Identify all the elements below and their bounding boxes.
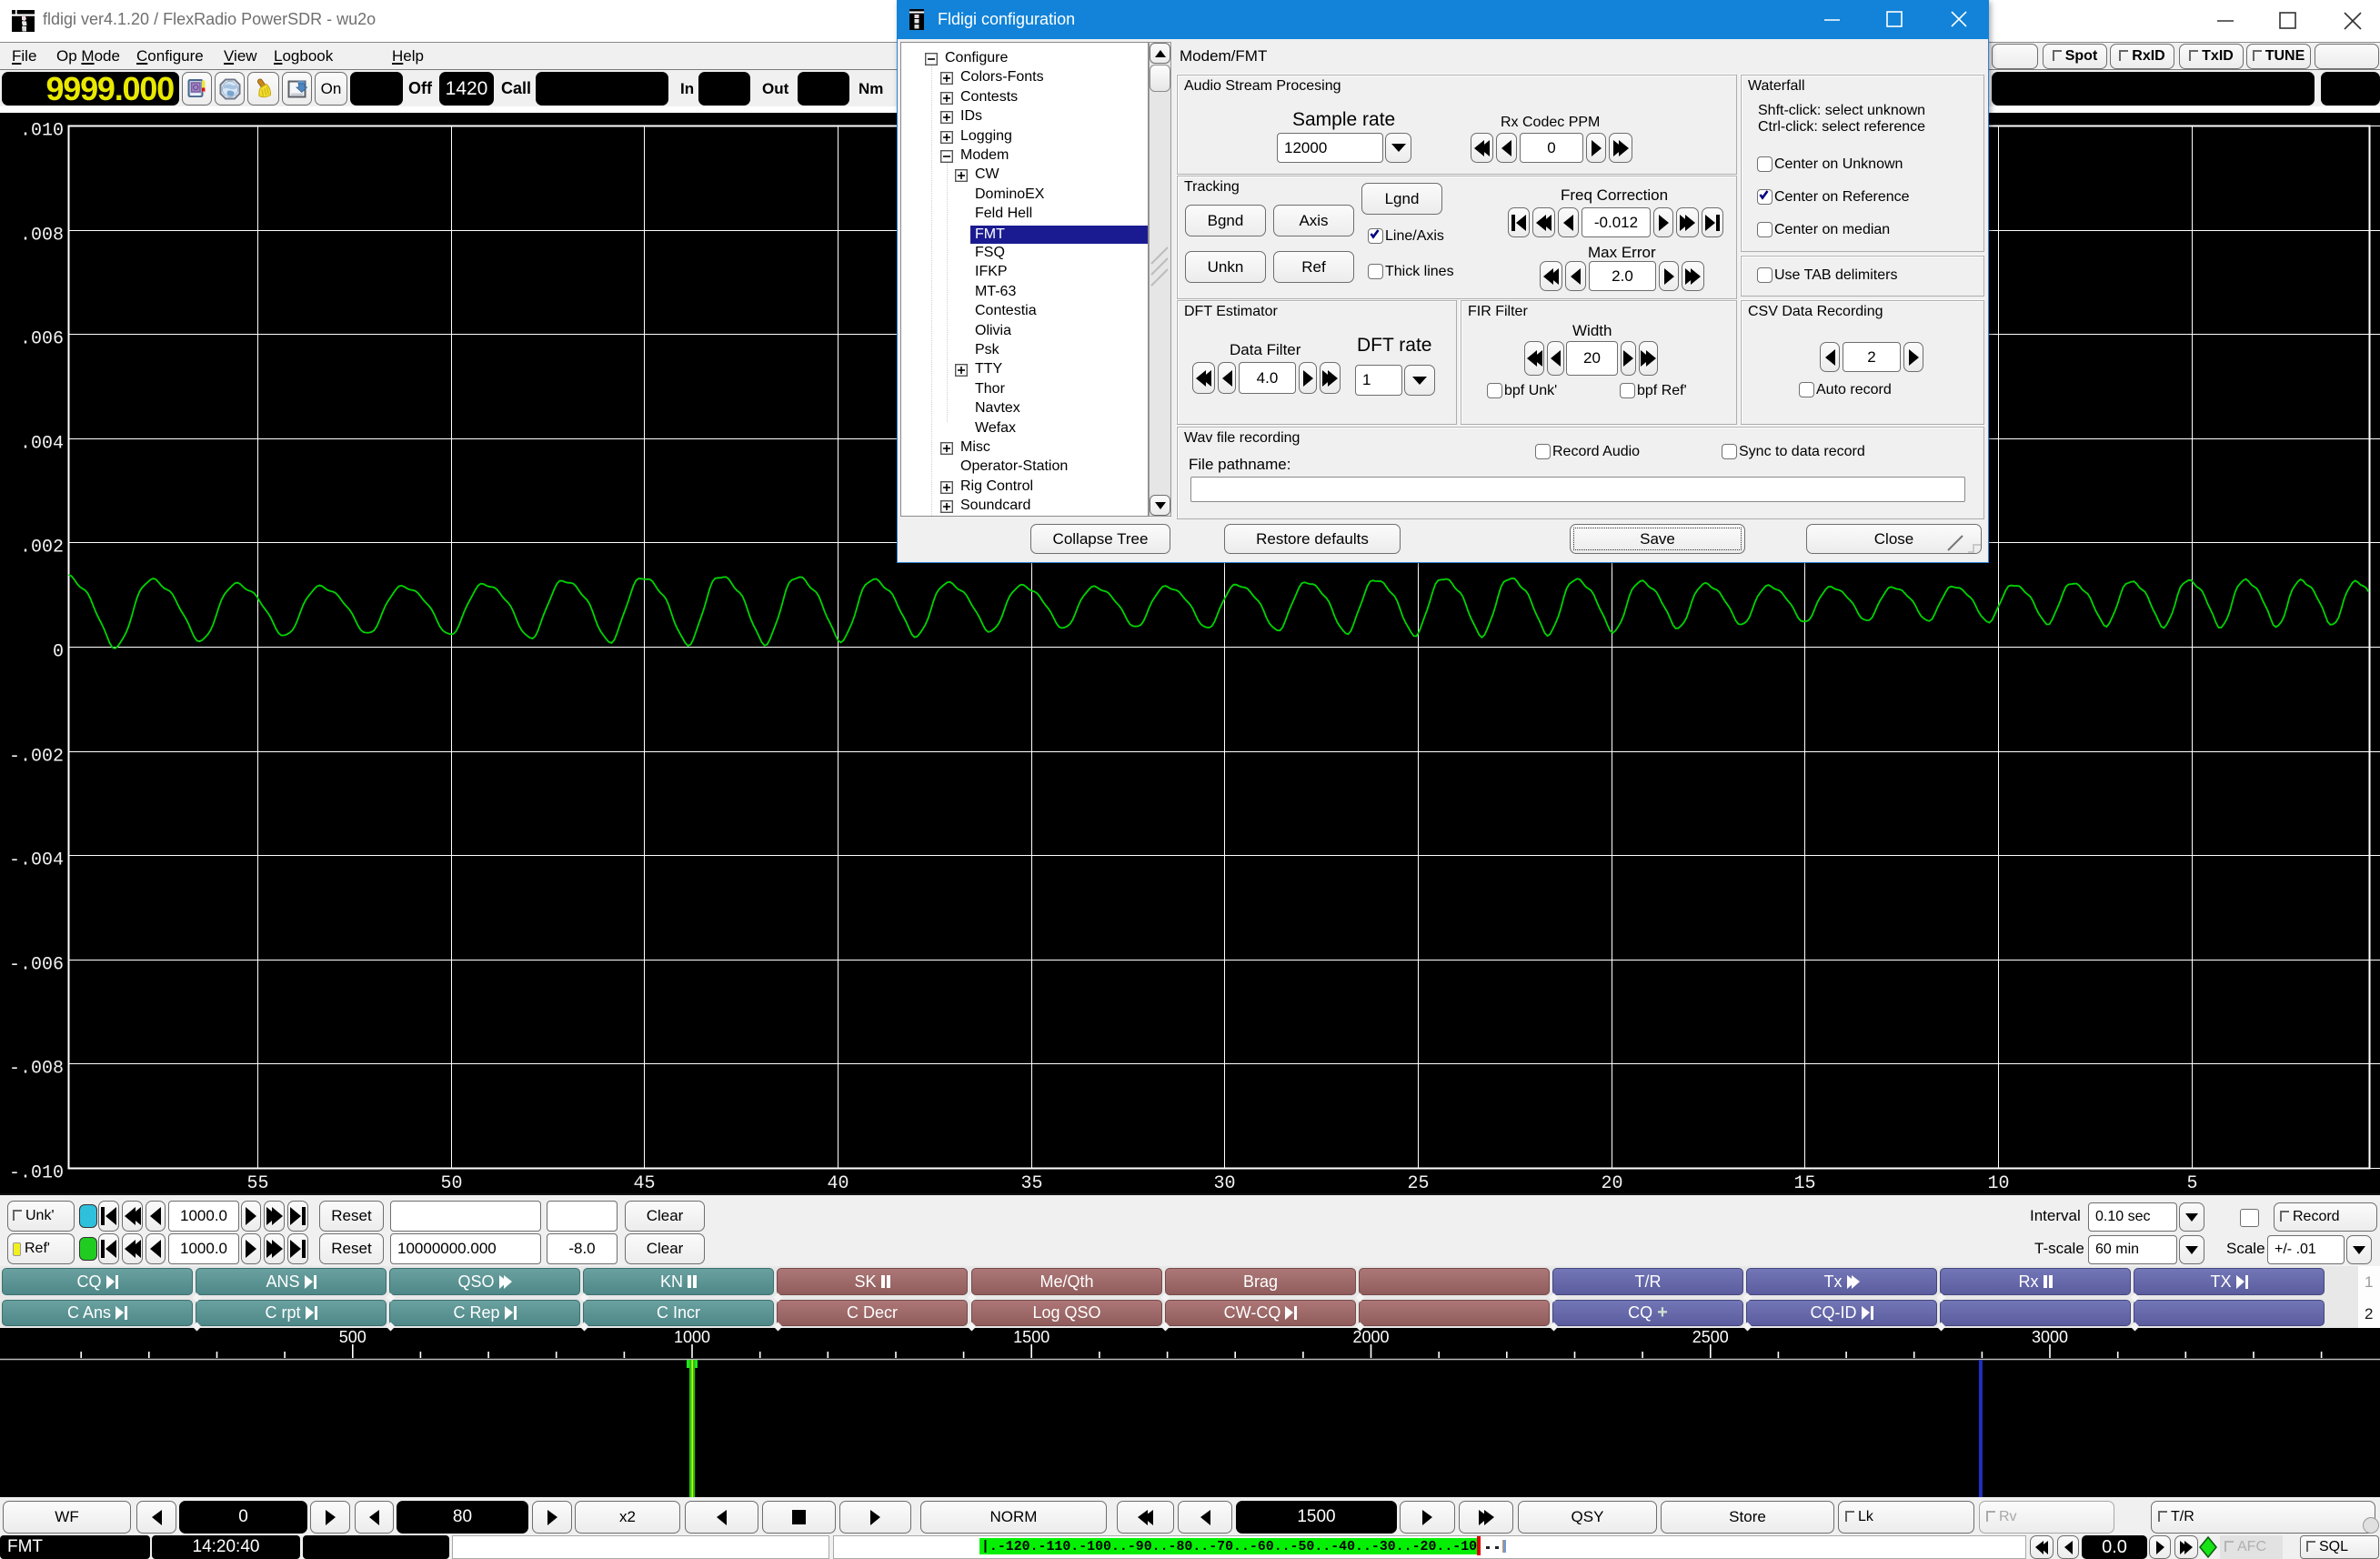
svg-text:40: 40 (827, 1173, 849, 1193)
svg-text:3000: 3000 (2032, 1328, 2068, 1346)
svg-text:.004: .004 (20, 434, 64, 455)
svg-text:-.008: -.008 (9, 1059, 64, 1080)
svg-text:2500: 2500 (1692, 1328, 1729, 1346)
svg-text:.002: .002 (20, 538, 64, 558)
svg-text:.006: .006 (20, 329, 64, 350)
svg-text:45: 45 (633, 1173, 655, 1193)
svg-text:55: 55 (246, 1173, 268, 1193)
svg-text:35: 35 (1020, 1173, 1042, 1193)
svg-text:5: 5 (2186, 1173, 2197, 1193)
svg-text:20: 20 (1601, 1173, 1622, 1193)
svg-text:25: 25 (1407, 1173, 1429, 1193)
svg-text:1000: 1000 (674, 1328, 710, 1346)
svg-text:2000: 2000 (1352, 1328, 1389, 1346)
svg-text:1500: 1500 (1013, 1328, 1049, 1346)
svg-text:.008: .008 (20, 226, 64, 246)
svg-text:-.010: -.010 (9, 1163, 64, 1184)
svg-text:15: 15 (1793, 1173, 1815, 1193)
svg-text:50: 50 (440, 1173, 462, 1193)
svg-text:0: 0 (53, 642, 64, 663)
svg-text:30: 30 (1213, 1173, 1235, 1193)
svg-text:10: 10 (1987, 1173, 2009, 1193)
svg-text:-.002: -.002 (9, 747, 64, 768)
svg-text:-.006: -.006 (9, 955, 64, 976)
svg-text:500: 500 (339, 1328, 367, 1346)
svg-text:.010: .010 (20, 121, 64, 142)
svg-text:-.004: -.004 (9, 850, 64, 871)
